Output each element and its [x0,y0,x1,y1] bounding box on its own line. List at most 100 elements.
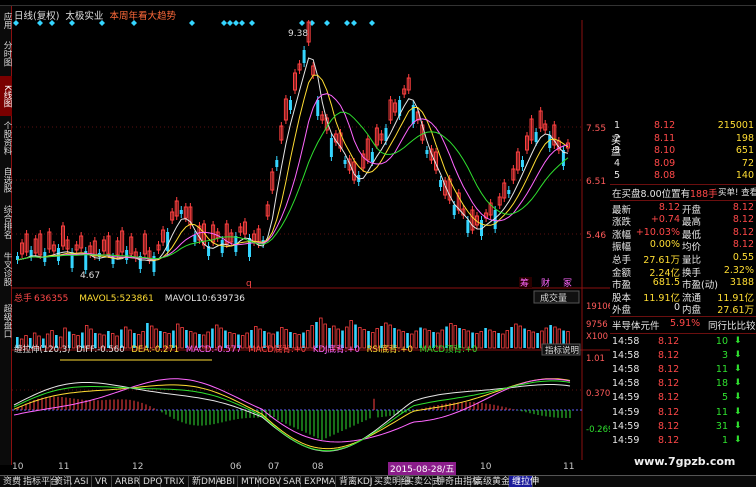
tick-price: 8.12 [658,435,680,446]
sector-row: 半导体元件 5.91% 同行比比较 [610,318,756,332]
tick-volume: 1 [721,435,728,446]
sector-compare-button[interactable]: 同行比比较 [708,318,756,332]
buy-volume: 651 [735,145,754,157]
tick-price: 8.12 [658,378,680,390]
side-tab-6[interactable]: 牛叉诊股 [0,244,12,294]
date-label-2: 12 [132,462,144,472]
indicator-tab-13[interactable]: EXPMA [301,476,336,487]
buy-info-link[interactable]: 买单! 查看详细 [718,186,756,198]
tick-row-2: 14:58 8.12 11 ⬇ [610,364,756,376]
side-tabs: 应用分时图 K线图个股资料自选股综合排名牛叉诊股超级盘口 [0,6,12,386]
indicator-tab-2[interactable]: 资讯 [51,476,72,487]
indicator-tab-8[interactable]: 新DMA [189,476,222,487]
indicator-tab-19[interactable]: 缠拉伸 [509,476,539,487]
volume-axis-top: 19106 [586,302,610,312]
indicator-tab-16[interactable]: 买卖公式 [402,476,441,487]
stat-row-8: 外盘 0 内盘 27.61万 [610,302,756,316]
volume-indicator-button[interactable]: 成交量 [540,292,567,304]
down-arrow-icon: ⬇ [734,392,742,403]
indicator-help-button[interactable]: 指标说明 [545,345,579,356]
indicator-tab-18[interactable]: 高级黄金线 [471,476,519,487]
top-toolbar [0,0,756,6]
stat-row-5: 金额 2.24亿 换手 2.32% [610,265,756,279]
indicator-tab-9[interactable]: BBI [217,476,238,487]
watermark: www.7gpzb.com [634,455,736,468]
tick-time: 14:59 [612,420,640,432]
macd-axis-top: 1.01 [586,354,605,364]
mark-button[interactable]: 冢 [563,278,572,289]
side-tab-7[interactable]: 超级盘口 [0,296,12,346]
signal-markers [13,20,375,26]
indicator-tab-15[interactable]: 买卖明细 [371,476,410,487]
buy-side-label: 买盘 [611,136,621,158]
sector-name: 半导体元件 [612,321,660,332]
tick-volume: 5 [721,392,728,404]
tick-row-3: 14:58 8.12 18 ⬇ [610,378,756,390]
tick-volume: 18 [715,378,728,390]
buy-volume: 140 [735,170,754,182]
indicator-tab-7[interactable]: TRIX [161,476,189,487]
stat-value-2: 8.12 [732,239,754,251]
indicator-tab-0[interactable]: 资费 [0,476,21,487]
macd-axis-mid: 0.370 [586,389,610,399]
chip-button[interactable]: 筹 [520,277,529,289]
tick-row-5: 14:59 8.12 11 ⬇ [610,407,756,419]
tick-time: 14:59 [612,435,640,446]
macd-histogram [17,396,571,440]
stat-value: 0.00% [649,239,680,251]
side-tab-1[interactable]: 分时图 [0,34,12,74]
side-tab-5[interactable]: 综合排名 [0,202,12,242]
buy-order-info[interactable]: 在买盘8.00位置有188手买单! 查看详细 [610,186,756,200]
buy-volume: 198 [735,132,754,144]
tick-row-6: 14:59 8.12 31 ⬇ [610,421,756,433]
indicator-tab-6[interactable]: DPO [140,476,162,487]
finance-button[interactable]: 财 [541,277,550,289]
indicator-tab-5[interactable]: ARBR [112,476,140,487]
tick-row-7: 14:59 8.12 1 ⬇ [610,435,756,447]
stat-row-1: 涨跌 +0.74 最高 8.12 [610,214,756,228]
selected-date: 2015-08-28/五 [388,462,457,475]
down-arrow-icon: ⬇ [734,349,742,360]
stat-row-2: 涨幅 +10.03% 最低 8.12 [610,226,756,241]
tick-price: 8.12 [658,349,680,361]
side-tab-3[interactable]: 个股资料 [0,118,12,158]
side-tab-0[interactable]: 应用 [0,8,12,32]
indicator-tab-11[interactable]: OBV [259,476,281,487]
buy-row-4: 5 8.08 140 [610,170,756,182]
stat-row-0: 最新 8.12 开盘 8.12 [610,202,756,216]
stat-value-2: 8.12 [732,214,754,226]
tick-time: 14:58 [612,335,640,347]
tick-price: 8.12 [658,392,680,404]
buy-price: 8.09 [654,157,676,169]
date-label-3: 06 [230,462,242,472]
price-axis-low: 5.46 [586,231,606,241]
stat-row-3: 振幅 0.00% 均价 8.12 [610,239,756,253]
down-arrow-icon: ⬇ [734,406,742,417]
moving-averages [17,57,569,262]
indicator-tab-1[interactable]: 指标平台 [20,476,59,487]
buy-price: 8.08 [654,170,676,182]
indicator-tab-12[interactable]: SAR [280,476,301,487]
indicator-tab-bar: 资费 指标平台 资讯 ASI VR ARBR DPO TRIX 新DMA BBI MTM OBV SAR… [0,475,756,487]
buy-volume: 215001 [717,120,754,131]
stat-row-4: 总手 27.61万 量比 0.55 [610,252,756,266]
divider [610,184,756,185]
indicator-tab-17[interactable]: 神奇由指标 [433,476,481,487]
side-tab-4[interactable]: 自选股 [0,160,12,200]
down-arrow-icon: ⬇ [734,435,742,445]
indicator-tab-4[interactable]: VR [92,476,112,487]
stat-value-2: 3188 [729,277,754,289]
volume-bars [16,317,570,349]
stat-value-2: 0.55 [732,252,754,263]
divider [610,332,756,334]
buy-info-text: 在买盘8.00位置有 [612,189,691,200]
indicator-tab-14[interactable]: 背离KDJ [336,476,373,487]
indicator-tab-10[interactable]: MTM [238,476,262,487]
stat-value: +10.03% [635,226,680,238]
buy-row-2: 3 8.10 651 [610,145,756,157]
indicator-tab-3[interactable]: ASI [71,476,92,487]
stat-value: 681.5 [652,277,680,289]
tick-price: 8.12 [658,406,680,418]
side-tab-2[interactable]: K线图 [0,76,12,116]
chart-area[interactable]: 9.38 4.67 7.55 6.51 5.46 q 筹 财 冢 总手 63635… [12,20,610,460]
